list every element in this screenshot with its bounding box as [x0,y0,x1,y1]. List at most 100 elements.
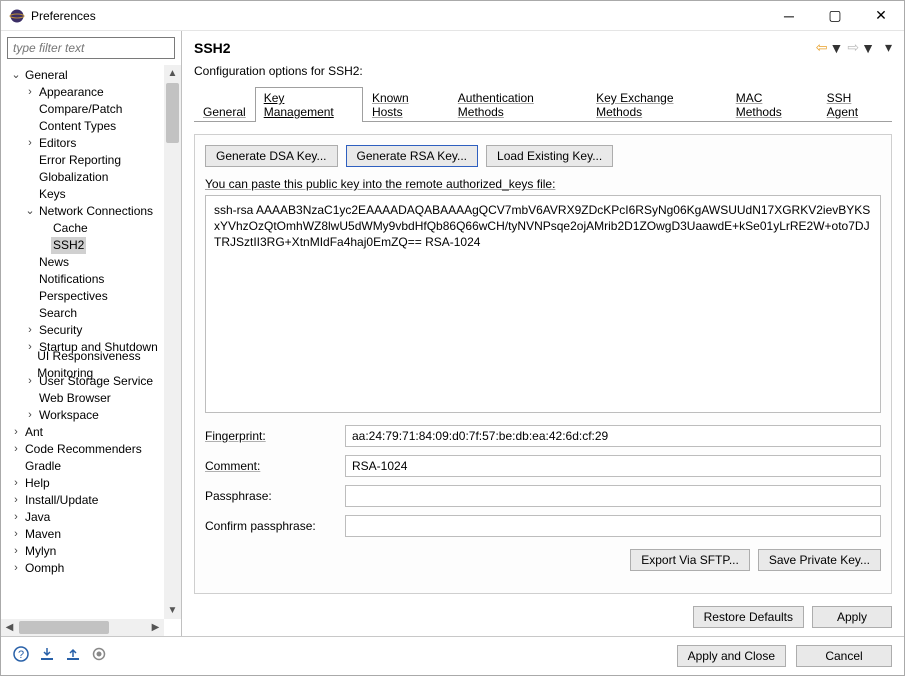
tree-item[interactable]: ·Search [5,305,181,322]
tree-item[interactable]: ›Security [5,322,181,339]
tree-item-label: Error Reporting [37,152,123,169]
scroll-thumb[interactable] [166,83,179,143]
oomph-record-icon[interactable] [91,646,107,667]
tab-authentication-methods[interactable]: Authentication Methods [449,87,587,122]
tree-item[interactable]: ›Oomph [5,560,181,577]
scroll-right-icon[interactable]: ▶ [147,619,164,636]
tree-item[interactable]: ·Content Types [5,118,181,135]
filter-input[interactable] [7,37,175,59]
tree-item[interactable]: ⌄Network Connections [5,203,181,220]
close-button[interactable]: ✕ [858,1,904,30]
tree-item[interactable]: ›Appearance [5,84,181,101]
vertical-scrollbar[interactable]: ▲ ▼ [164,65,181,619]
restore-defaults-button[interactable]: Restore Defaults [693,606,804,628]
generate-dsa-button[interactable]: Generate DSA Key... [205,145,338,167]
tree-item[interactable]: ›User Storage Service [5,373,181,390]
load-existing-key-button[interactable]: Load Existing Key... [486,145,613,167]
tree-item[interactable]: ·Compare/Patch [5,101,181,118]
chevron-down-icon[interactable]: ⌄ [9,67,23,84]
tree-item[interactable]: ›Editors [5,135,181,152]
tree-item-label: Web Browser [37,390,113,407]
tree-item[interactable]: ›Workspace [5,407,181,424]
tree-item[interactable]: ⌄General [5,67,181,84]
key-form: Fingerprint: Comment: Passphrase: Confir… [205,425,881,537]
tree-item[interactable]: ·Notifications [5,271,181,288]
chevron-right-icon[interactable]: › [9,424,23,441]
public-key-textarea[interactable]: ssh-rsa AAAAB3NzaC1yc2EAAAADAQABAAAAgQCV… [205,195,881,413]
sidebar: ⌄General›Appearance·Compare/Patch·Conten… [1,31,182,636]
help-icon[interactable]: ? [13,646,29,667]
chevron-right-icon[interactable]: › [23,373,37,390]
maximize-button[interactable]: ▢ [812,1,858,30]
import-icon[interactable] [39,646,55,667]
apply-and-close-button[interactable]: Apply and Close [677,645,786,667]
page-title: SSH2 [194,40,231,56]
apply-button[interactable]: Apply [812,606,892,628]
chevron-right-icon[interactable]: › [23,407,37,424]
tree-item[interactable]: ·Web Browser [5,390,181,407]
chevron-right-icon[interactable]: › [23,84,37,101]
horizontal-scrollbar[interactable]: ◀ ▶ [1,619,164,636]
tree-item-label: Workspace [37,407,101,424]
export-icon[interactable] [65,646,81,667]
save-private-key-button[interactable]: Save Private Key... [758,549,881,571]
tree-item[interactable]: ›Install/Update [5,492,181,509]
tree-item[interactable]: ·Error Reporting [5,152,181,169]
cancel-button[interactable]: Cancel [796,645,892,667]
chevron-right-icon[interactable]: › [23,322,37,339]
tab-general[interactable]: General [194,101,255,122]
chevron-down-icon[interactable]: ⌄ [23,203,37,220]
minimize-button[interactable]: ─ [766,1,812,30]
passphrase-field[interactable] [345,485,881,507]
tab-ssh-agent[interactable]: SSH Agent [818,87,892,122]
preferences-tree[interactable]: ⌄General›Appearance·Compare/Patch·Conten… [5,67,181,577]
export-sftp-button[interactable]: Export Via SFTP... [630,549,750,571]
tree-item-label: Compare/Patch [37,101,124,118]
chevron-right-icon[interactable]: › [9,509,23,526]
back-dropdown-icon[interactable]: ▼ [830,40,844,56]
confirm-passphrase-field[interactable] [345,515,881,537]
back-arrow-icon[interactable]: ⇦ [816,39,828,56]
tab-known-hosts[interactable]: Known Hosts [363,87,449,122]
chevron-right-icon[interactable]: › [23,135,37,152]
tree-item[interactable]: ·SSH2 [5,237,181,254]
scroll-left-icon[interactable]: ◀ [1,619,18,636]
tab-key-management[interactable]: Key Management [255,87,363,122]
chevron-right-icon[interactable]: › [9,543,23,560]
tree-item-label: Network Connections [37,203,155,220]
chevron-right-icon[interactable]: › [9,526,23,543]
chevron-right-icon[interactable]: › [9,560,23,577]
tree-item[interactable]: ·Cache [5,220,181,237]
forward-arrow-icon[interactable]: ⇨ [847,39,859,56]
tree-item[interactable]: ›Code Recommenders [5,441,181,458]
tree-item[interactable]: ·Gradle [5,458,181,475]
tab-key-exchange-methods[interactable]: Key Exchange Methods [587,87,727,122]
tree-item[interactable]: ·UI Responsiveness Monitoring [5,356,181,373]
scroll-down-icon[interactable]: ▼ [164,602,181,619]
tree-item[interactable]: ›Maven [5,526,181,543]
chevron-right-icon[interactable]: › [9,475,23,492]
tree-item-label: User Storage Service [37,373,155,390]
footer-icons: ? [13,646,107,667]
comment-field[interactable] [345,455,881,477]
tree-item[interactable]: ·Globalization [5,169,181,186]
tree-item[interactable]: ·Keys [5,186,181,203]
chevron-right-icon[interactable]: › [9,441,23,458]
tree-item[interactable]: ·News [5,254,181,271]
fingerprint-field[interactable] [345,425,881,447]
tree-item[interactable]: ·Perspectives [5,288,181,305]
tree-item[interactable]: ›Help [5,475,181,492]
window-title: Preferences [31,9,766,23]
tree-item[interactable]: ›Java [5,509,181,526]
hscroll-thumb[interactable] [19,621,109,634]
view-menu-icon[interactable]: ▾ [885,39,892,56]
tree-item[interactable]: ›Ant [5,424,181,441]
generate-rsa-button[interactable]: Generate RSA Key... [346,145,479,167]
scroll-up-icon[interactable]: ▲ [164,65,181,82]
forward-dropdown-icon[interactable]: ▼ [861,40,875,56]
tab-mac-methods[interactable]: MAC Methods [727,87,818,122]
tree-item-label: Content Types [37,118,118,135]
chevron-right-icon[interactable]: › [9,492,23,509]
tree-item[interactable]: ›Mylyn [5,543,181,560]
tree-item-label: Globalization [37,169,110,186]
